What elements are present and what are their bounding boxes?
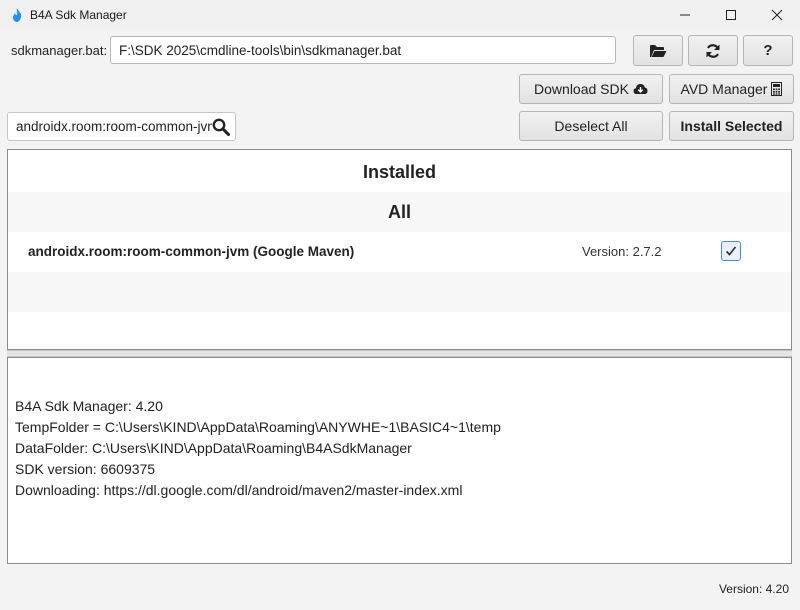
minimize-button[interactable]	[662, 0, 708, 30]
title-bar: B4A Sdk Manager	[0, 0, 800, 30]
search-icon[interactable]	[212, 118, 230, 136]
log-line: B4A Sdk Manager: 4.20	[15, 398, 163, 414]
package-row[interactable]: androidx.room:room-common-jvm (Google Ma…	[8, 232, 791, 272]
install-selected-button[interactable]: Install Selected	[669, 111, 794, 141]
folder-open-icon	[650, 44, 667, 57]
calculator-icon	[771, 82, 783, 96]
installed-section-header: Installed	[362, 161, 437, 182]
cloud-download-icon	[633, 84, 648, 94]
log-line: DataFolder: C:\Users\KIND\AppData\Roamin…	[15, 440, 412, 456]
log-line: SDK version: 6609375	[15, 461, 156, 477]
deselect-all-button[interactable]: Deselect All	[519, 111, 663, 141]
package-version: Version: 2.7.2	[582, 244, 662, 259]
help-button[interactable]: ?	[743, 35, 793, 66]
empty-list-row	[8, 272, 791, 312]
all-section-header: All	[8, 192, 791, 232]
deselect-all-label: Deselect All	[554, 118, 628, 134]
checkmark-icon	[725, 246, 737, 256]
package-name: androidx.room:room-common-jvm (Google Ma…	[28, 244, 355, 259]
sdkmanager-path-input[interactable]	[110, 36, 616, 64]
panel-splitter[interactable]	[7, 350, 792, 357]
close-icon	[771, 9, 783, 21]
package-search-box[interactable]	[7, 112, 236, 141]
package-list[interactable]: Installed All androidx.room:room-common-…	[7, 149, 792, 350]
help-label: ?	[763, 42, 773, 59]
log-output: B4A Sdk Manager: 4.20 TempFolder = C:\Us…	[7, 357, 792, 564]
minimize-icon	[680, 14, 690, 16]
avd-manager-label: AVD Manager	[680, 81, 768, 97]
close-button[interactable]	[754, 0, 800, 30]
open-folder-button[interactable]	[633, 35, 683, 66]
avd-manager-button[interactable]: AVD Manager	[669, 74, 794, 104]
refresh-icon	[706, 43, 720, 58]
log-line: Downloading: https://dl.google.com/dl/an…	[15, 482, 463, 498]
package-checkbox[interactable]	[721, 241, 741, 261]
refresh-button[interactable]	[688, 35, 738, 66]
app-flame-icon	[13, 8, 22, 22]
maximize-button[interactable]	[708, 0, 754, 30]
package-search-input[interactable]	[8, 113, 220, 140]
footer-version: Version: 4.20	[718, 582, 789, 596]
download-sdk-label: Download SDK	[534, 81, 629, 97]
maximize-icon	[726, 10, 736, 20]
log-line: TempFolder = C:\Users\KIND\AppData\Roami…	[15, 419, 501, 435]
install-selected-label: Install Selected	[680, 118, 783, 134]
sdkmanager-label: sdkmanager.bat:	[11, 43, 108, 58]
window-title: B4A Sdk Manager	[30, 8, 127, 22]
download-sdk-button[interactable]: Download SDK	[519, 74, 663, 104]
